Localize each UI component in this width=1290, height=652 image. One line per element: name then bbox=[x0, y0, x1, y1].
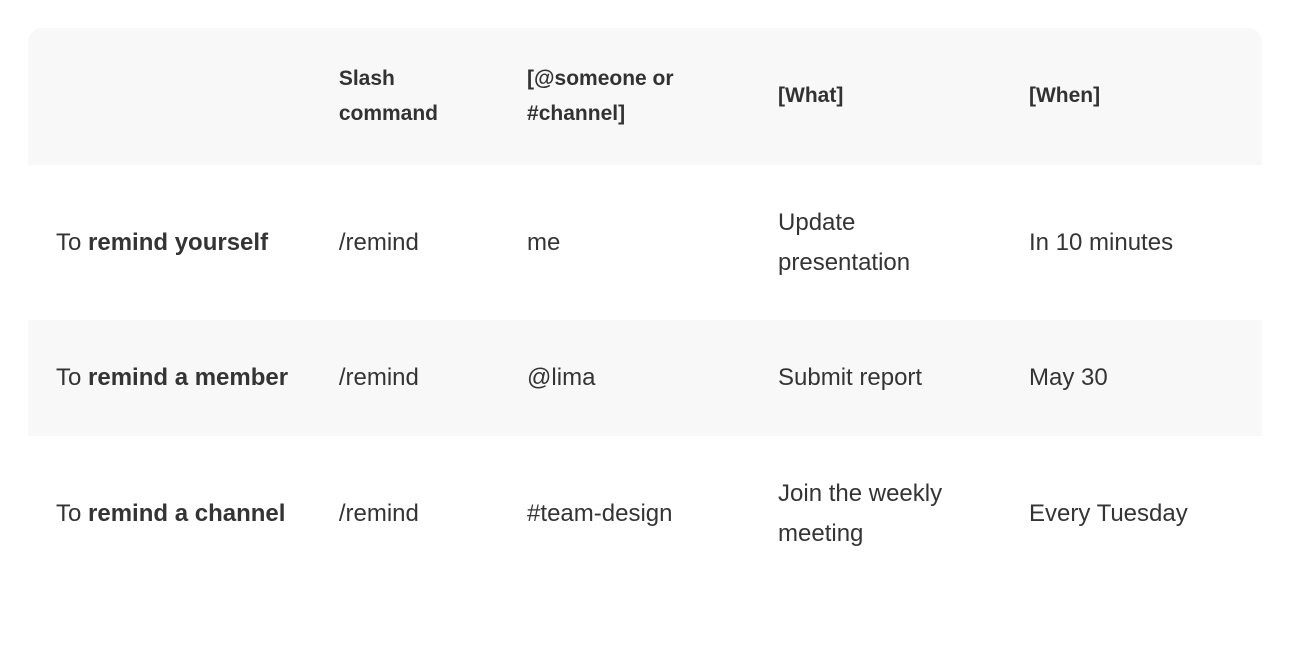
table: Slash command [@someone or #channel] [Wh… bbox=[28, 28, 1262, 591]
table-header-when: [When] bbox=[1011, 28, 1262, 165]
cell-what: Update presentation bbox=[760, 165, 1011, 320]
row-label-prefix: To bbox=[56, 364, 88, 391]
row-label-bold: remind yourself bbox=[88, 229, 268, 256]
table-row: To remind a channel /remind #team-design… bbox=[28, 436, 1262, 591]
cell-slash-command: /remind bbox=[321, 436, 509, 591]
row-label-bold: remind a member bbox=[88, 364, 288, 391]
cell-what: Join the weekly meeting bbox=[760, 436, 1011, 591]
row-label-bold: remind a channel bbox=[88, 500, 285, 527]
cell-slash-command: /remind bbox=[321, 165, 509, 320]
row-label: To remind yourself bbox=[28, 165, 321, 320]
cell-when: Every Tuesday bbox=[1011, 436, 1262, 591]
table-header-row: Slash command [@someone or #channel] [Wh… bbox=[28, 28, 1262, 165]
row-label-prefix: To bbox=[56, 500, 88, 527]
row-label-prefix: To bbox=[56, 229, 88, 256]
cell-target: @lima bbox=[509, 320, 760, 436]
cell-slash-command: /remind bbox=[321, 320, 509, 436]
cell-when: In 10 minutes bbox=[1011, 165, 1262, 320]
cell-when: May 30 bbox=[1011, 320, 1262, 436]
table-header-empty bbox=[28, 28, 321, 165]
cell-target: #team-design bbox=[509, 436, 760, 591]
table-row: To remind yourself /remind me Update pre… bbox=[28, 165, 1262, 320]
cell-target: me bbox=[509, 165, 760, 320]
table-header-what: [What] bbox=[760, 28, 1011, 165]
table-header-target: [@someone or #channel] bbox=[509, 28, 760, 165]
cell-what: Submit report bbox=[760, 320, 1011, 436]
remind-command-table: Slash command [@someone or #channel] [Wh… bbox=[28, 28, 1262, 591]
row-label: To remind a channel bbox=[28, 436, 321, 591]
row-label: To remind a member bbox=[28, 320, 321, 436]
table-row: To remind a member /remind @lima Submit … bbox=[28, 320, 1262, 436]
table-header-slash-command: Slash command bbox=[321, 28, 509, 165]
